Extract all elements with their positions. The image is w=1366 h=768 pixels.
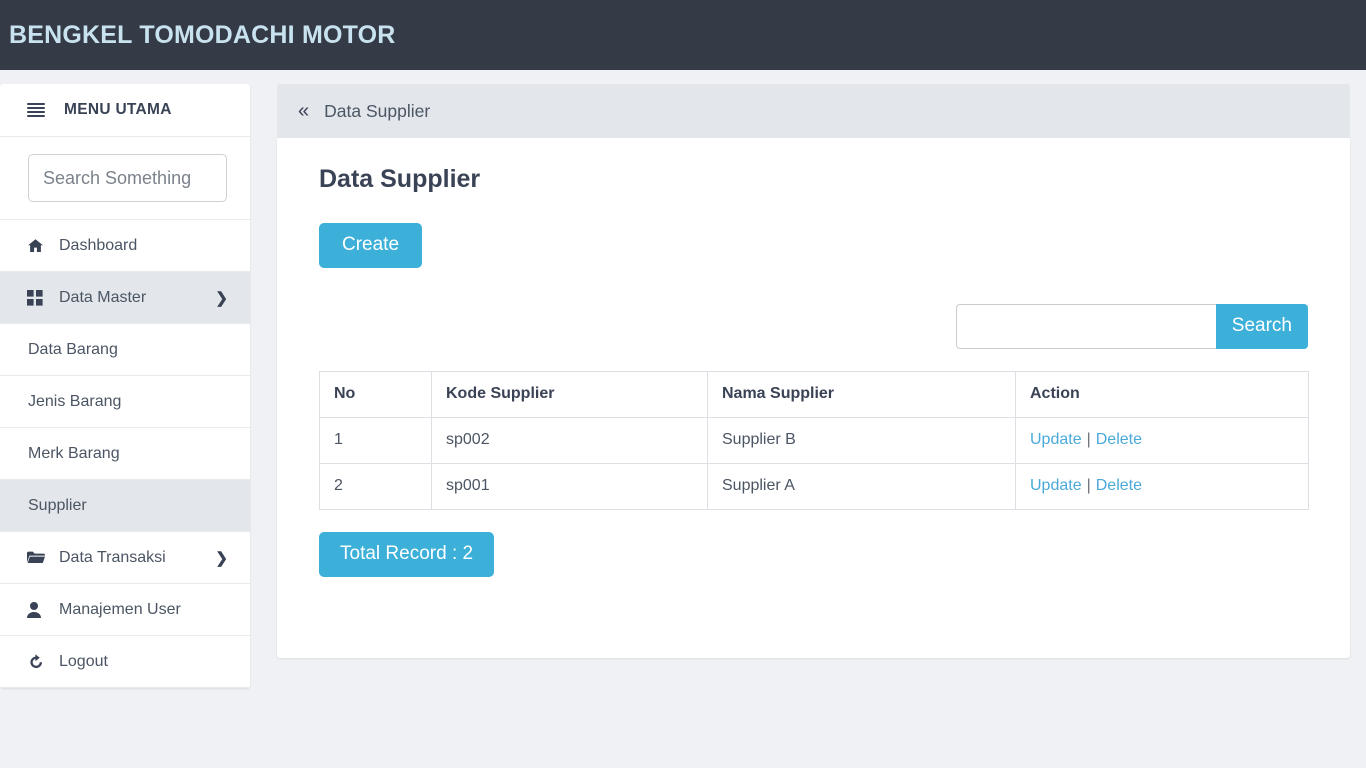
- cell-kode: sp002: [431, 416, 708, 464]
- table-body: 1 sp002 Supplier B Update | Delete 2 sp001 Suppl…: [319, 416, 1309, 510]
- sign-out-icon: [27, 653, 48, 671]
- user-icon: [27, 601, 48, 619]
- page-title: Data Supplier: [319, 165, 481, 193]
- sidebar-item-label: Data Barang: [28, 340, 118, 358]
- sidebar: MENU UTAMA Dashboard Data Master ❯ Data Bar…: [0, 84, 250, 688]
- sidebar-item-label: Merk Barang: [28, 444, 120, 462]
- search-group: Search: [955, 303, 1308, 349]
- sidebar-nav-list: Dashboard Data Master ❯ Data Barang Jenis Ba…: [0, 220, 250, 688]
- update-link[interactable]: Update: [1030, 431, 1082, 448]
- sidebar-search-wrap: [0, 137, 250, 220]
- sidebar-item-jenis-barang[interactable]: Jenis Barang: [0, 376, 250, 428]
- column-header-nama: Nama Supplier: [707, 370, 1016, 418]
- sidebar-menu-header: MENU UTAMA: [0, 84, 250, 137]
- sidebar-item-label: Dashboard: [59, 236, 138, 254]
- update-link[interactable]: Update: [1030, 477, 1082, 494]
- create-button[interactable]: Create: [319, 223, 423, 268]
- sidebar-item-label: Data Master: [59, 288, 147, 306]
- home-icon: [27, 237, 48, 255]
- search-button[interactable]: Search: [1215, 303, 1308, 349]
- cell-no: 2: [319, 462, 432, 510]
- grid-icon: [27, 289, 48, 307]
- sidebar-item-label: Supplier: [28, 496, 87, 514]
- table-row: 1 sp002 Supplier B Update | Delete: [319, 416, 1309, 464]
- content-card: Data Supplier Create Search No Kode Supp…: [277, 138, 1350, 658]
- cell-action: Update | Delete: [1015, 462, 1309, 510]
- search-input[interactable]: [955, 303, 1216, 349]
- total-record-badge[interactable]: Total Record : 2: [319, 531, 495, 577]
- cell-no: 1: [319, 416, 432, 464]
- cell-action: Update | Delete: [1015, 416, 1309, 464]
- table-head: No Kode Supplier Nama Supplier Action: [319, 370, 1309, 418]
- sidebar-item-data-barang[interactable]: Data Barang: [0, 324, 250, 376]
- column-header-no: No: [319, 370, 432, 418]
- chevron-right-icon: ❯: [215, 289, 228, 307]
- sidebar-item-label: Manajemen User: [59, 600, 181, 618]
- folder-icon: [27, 549, 48, 567]
- action-separator: |: [1086, 431, 1091, 449]
- sidebar-item-label: Jenis Barang: [28, 392, 122, 410]
- sidebar-item-manajemen-user[interactable]: Manajemen User: [0, 584, 250, 636]
- hamburger-icon[interactable]: [27, 102, 45, 118]
- collapse-sidebar-icon[interactable]: «: [298, 101, 309, 121]
- delete-link[interactable]: Delete: [1096, 431, 1142, 448]
- sidebar-item-label: Logout: [59, 652, 108, 670]
- action-separator: |: [1086, 477, 1091, 495]
- table-row: 2 sp001 Supplier A Update | Delete: [319, 462, 1309, 510]
- cell-nama: Supplier A: [707, 462, 1016, 510]
- sidebar-item-merk-barang[interactable]: Merk Barang: [0, 428, 250, 480]
- delete-link[interactable]: Delete: [1096, 477, 1142, 494]
- sidebar-item-label: Data Transaksi: [59, 548, 166, 566]
- app-brand-title: BENGKEL TOMODACHI MOTOR: [9, 20, 396, 49]
- sidebar-item-dashboard[interactable]: Dashboard: [0, 220, 250, 272]
- sidebar-item-data-master[interactable]: Data Master ❯: [0, 272, 250, 324]
- column-header-action: Action: [1015, 370, 1309, 418]
- sidebar-search-input[interactable]: [28, 154, 227, 202]
- table-search-row: Search: [319, 303, 1308, 349]
- cell-nama: Supplier B: [707, 416, 1016, 464]
- column-header-kode: Kode Supplier: [431, 370, 708, 418]
- breadcrumb: « Data Supplier: [277, 84, 1350, 138]
- breadcrumb-label: Data Supplier: [324, 100, 431, 121]
- sidebar-menu-header-label: MENU UTAMA: [64, 101, 172, 118]
- chevron-right-icon: ❯: [215, 549, 228, 567]
- cell-kode: sp001: [431, 462, 708, 510]
- sidebar-item-supplier[interactable]: Supplier: [0, 480, 250, 532]
- sidebar-item-data-transaksi[interactable]: Data Transaksi ❯: [0, 532, 250, 584]
- top-bar: BENGKEL TOMODACHI MOTOR: [0, 0, 1366, 70]
- table-header-row: No Kode Supplier Nama Supplier Action: [319, 370, 1309, 418]
- supplier-table: No Kode Supplier Nama Supplier Action 1s…: [319, 370, 1309, 510]
- main-content: « Data Supplier Data Supplier Create Sea…: [277, 84, 1350, 658]
- sidebar-item-logout[interactable]: Logout: [0, 636, 250, 688]
